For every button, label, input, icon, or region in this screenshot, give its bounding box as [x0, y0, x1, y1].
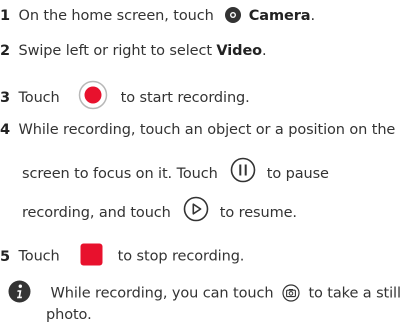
- note: While recording, you can touch to take a…: [8, 280, 401, 305]
- step-number: 3: [0, 90, 10, 106]
- step-text: While recording, touch an object or a po…: [18, 122, 396, 138]
- step-text: to start recording.: [120, 90, 250, 106]
- note-text: to take a still: [308, 285, 401, 302]
- step-text: to stop recording.: [117, 248, 245, 265]
- stop-button-icon: [80, 243, 103, 266]
- step-text: Swipe left or right to select: [18, 43, 212, 59]
- camera-app-icon: [224, 6, 242, 24]
- punctuation: .: [262, 43, 267, 59]
- snapshot-camera-icon: [282, 283, 300, 302]
- punctuation: .: [310, 8, 315, 24]
- step-text: recording, and touch: [22, 205, 171, 221]
- note-line-2: photo.: [46, 305, 92, 325]
- step-number: 5: [0, 248, 10, 265]
- resume-button-icon: [183, 196, 209, 222]
- step-number: 4: [0, 122, 10, 138]
- step-4-line-1: 4 While recording, touch an object or a …: [0, 120, 395, 140]
- video-mode-name: Video: [216, 43, 263, 59]
- step-4-line-2: screen to focus on it. Touch to pause: [22, 157, 329, 187]
- step-3: 3 Touch to start recording.: [0, 80, 250, 113]
- camera-app-name: Camera: [248, 8, 311, 24]
- step-text: to resume.: [219, 205, 297, 221]
- step-text: Touch: [18, 248, 60, 265]
- step-text: to pause: [266, 166, 329, 182]
- step-4-line-3: recording, and touch to resume.: [22, 196, 297, 226]
- step-text: Touch: [18, 90, 60, 106]
- step-5: 5 Touch to stop recording.: [0, 243, 245, 268]
- note-text: photo.: [46, 307, 92, 323]
- step-number: 2: [0, 43, 10, 59]
- pause-button-icon: [230, 157, 256, 183]
- step-2: 2 Swipe left or right to select Video.: [0, 41, 267, 61]
- step-1: 1 On the home screen, touch Camera.: [0, 6, 315, 26]
- info-icon: [8, 280, 31, 303]
- note-text: While recording, you can touch: [50, 285, 274, 302]
- step-text: screen to focus on it. Touch: [22, 166, 218, 182]
- record-button-icon: [78, 80, 108, 110]
- step-text: On the home screen, touch: [18, 8, 214, 24]
- step-number: 1: [0, 8, 10, 24]
